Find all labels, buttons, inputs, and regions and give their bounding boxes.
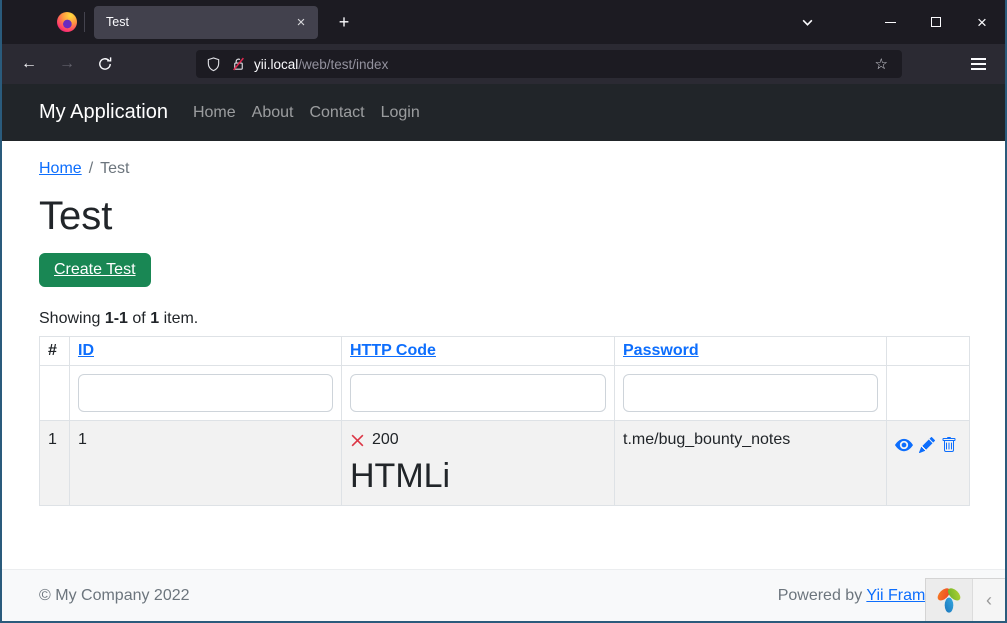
filter-row (39, 365, 970, 421)
app-menu-button[interactable] (963, 49, 993, 79)
debug-toolbar-logo-button[interactable] (926, 579, 973, 621)
nav-item-contact[interactable]: Contact (301, 104, 372, 122)
chevron-down-icon (802, 19, 812, 26)
url-bar[interactable]: yii.local/web/test/index ☆ (196, 50, 902, 78)
filter-cell-empty (886, 365, 970, 421)
close-icon: × (977, 12, 987, 32)
navbar-brand[interactable]: My Application (39, 101, 168, 124)
cell-actions (886, 420, 970, 506)
browser-titlebar: Test × + × (2, 0, 1005, 44)
sort-link-http-code[interactable]: HTTP Code (350, 342, 436, 359)
grid-view-table: # ID HTTP Code Password 1 1 200 HTMLi t.… (39, 336, 970, 506)
cell-num: 1 (39, 420, 70, 506)
header-actions (886, 336, 970, 366)
copyright-text: © My Company 2022 (39, 586, 190, 604)
web-page: My Application Home About Contact Login … (2, 84, 1005, 621)
update-button[interactable] (919, 436, 935, 454)
minimize-icon (884, 21, 896, 23)
filter-cell-empty (39, 365, 70, 421)
breadcrumb-current: Test (100, 160, 130, 177)
action-buttons (895, 431, 961, 454)
maximize-icon (931, 17, 941, 27)
firefox-view-button[interactable] (53, 8, 81, 36)
app-navbar: My Application Home About Contact Login (2, 84, 1005, 141)
maximize-button[interactable] (913, 0, 959, 44)
sort-link-id[interactable]: ID (78, 342, 94, 359)
main-container: Home / Test Test Create Test Showing 1-1 o… (2, 141, 1005, 569)
summary-text: Showing (39, 310, 101, 327)
list-all-tabs-button[interactable] (792, 8, 822, 36)
new-tab-button[interactable]: + (330, 8, 358, 36)
status-line: 200 (350, 431, 606, 449)
summary-text: of (132, 310, 146, 327)
reload-icon (99, 57, 112, 70)
yii-debug-toolbar: ‹ (925, 578, 1005, 621)
eye-icon (895, 438, 913, 452)
cell-id: 1 (69, 420, 342, 506)
nav-item-home[interactable]: Home (185, 104, 244, 122)
summary-total: 1 (150, 310, 160, 327)
http-code-filter-input[interactable] (350, 374, 606, 412)
back-button[interactable]: ← (14, 49, 44, 79)
nav-item-login[interactable]: Login (373, 104, 428, 122)
tab-title: Test (106, 15, 129, 29)
create-test-button[interactable]: Create Test (39, 253, 151, 287)
hamburger-icon (970, 59, 986, 69)
url-text: yii.local/web/test/index (254, 57, 388, 72)
cell-http-code: 200 HTMLi (341, 420, 615, 506)
injected-html-text: HTMLi (350, 457, 451, 495)
header-num: # (39, 336, 70, 366)
tab-close-icon[interactable]: × (292, 14, 310, 31)
browser-toolbar: ← → yii.local/web/test/index ☆ (2, 44, 1005, 84)
shield-icon[interactable] (206, 56, 221, 72)
pencil-icon (919, 437, 935, 453)
sort-link-password[interactable]: Password (623, 342, 699, 359)
insecure-lock-icon[interactable] (231, 57, 246, 72)
header-row: # ID HTTP Code Password (39, 336, 970, 366)
breadcrumb-home-link[interactable]: Home (39, 160, 82, 177)
nav-item-about[interactable]: About (244, 104, 302, 122)
minimize-button[interactable] (867, 0, 913, 44)
cell-password: t.me/bug_bounty_notes (614, 420, 887, 506)
page-title: Test (39, 194, 113, 238)
powered-by-text: Powered by (777, 586, 863, 604)
debug-toolbar-collapse-button[interactable]: ‹ (973, 579, 1005, 621)
bookmark-star-icon[interactable]: ☆ (871, 55, 892, 73)
red-cross-mark-icon (351, 434, 364, 446)
id-filter-input[interactable] (78, 374, 333, 412)
password-filter-input[interactable] (623, 374, 878, 412)
breadcrumb: Home / Test (39, 160, 968, 178)
firefox-logo-icon (57, 12, 77, 32)
page-footer: © My Company 2022 Powered by Yii Framewo… (2, 569, 1005, 621)
browser-tab[interactable]: Test × (94, 5, 318, 39)
table-row: 1 1 200 HTMLi t.me/bug_bounty_notes (39, 420, 970, 506)
url-path: /web/test/index (298, 56, 389, 72)
browser-window: Test × + × ← → yii.local/web/test/index … (0, 0, 1007, 623)
delete-button[interactable] (941, 436, 957, 454)
trash-icon (942, 437, 956, 452)
tab-separator (84, 12, 85, 32)
http-code-value: 200 (372, 431, 399, 448)
forward-button[interactable]: → (52, 49, 82, 79)
grid-summary: Showing 1-1 of 1 item. (39, 310, 968, 328)
close-window-button[interactable]: × (959, 0, 1005, 44)
breadcrumb-separator: / (88, 160, 94, 177)
summary-text: item. (163, 310, 199, 327)
summary-range: 1-1 (104, 310, 128, 327)
view-button[interactable] (895, 436, 913, 454)
reload-button[interactable] (90, 49, 120, 79)
url-host: yii.local (254, 56, 299, 72)
yii-logo-icon (937, 588, 961, 613)
